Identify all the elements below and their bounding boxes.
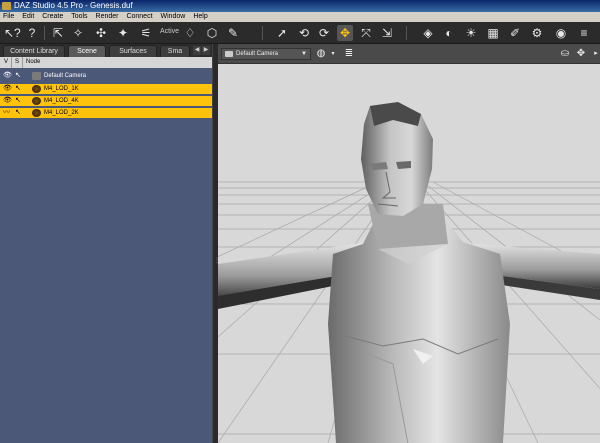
- select-arrow-icon[interactable]: ↖: [15, 71, 21, 81]
- orbit-icon[interactable]: ⟳: [316, 25, 332, 41]
- camera-icon: [225, 51, 233, 57]
- pan-camera-icon[interactable]: ✥: [574, 47, 588, 61]
- menu-bar: File Edit Create Tools Render Connect Wi…: [0, 12, 600, 22]
- universal-transform-icon[interactable]: ✥: [337, 25, 353, 41]
- menu-tools[interactable]: Tools: [68, 12, 90, 22]
- column-node[interactable]: Node: [26, 59, 40, 65]
- column-visible[interactable]: V: [4, 59, 8, 65]
- viewport-scene[interactable]: [218, 64, 600, 443]
- app-icon: [2, 2, 11, 10]
- scene-column-header: V S Node: [0, 57, 212, 68]
- main-toolbar: ↖? ? ⇱ ✧ ✣ ✦ ⚟ Active ♢ ⬡ ✎ ➚ ⟲ ⟳ ✥ ⤧ ⇲ …: [0, 22, 600, 44]
- toolbar-separator: [262, 26, 263, 40]
- smooth-shading-icon[interactable]: ◐: [441, 25, 457, 41]
- eye-icon[interactable]: 👁: [3, 84, 12, 94]
- render-camera-icon[interactable]: ◉: [553, 25, 569, 41]
- texture-icon[interactable]: ▦: [485, 25, 501, 41]
- eye-icon[interactable]: 〰: [3, 108, 10, 118]
- tab-scroll-left-icon[interactable]: ◀: [193, 46, 201, 55]
- scene-pane: Content Library Scene Surfaces Sma ◀ ▶ V…: [0, 44, 212, 443]
- viewport[interactable]: Default Camera ▼ ◍ ▾ ≣ ⛀ ✥ ▸: [218, 44, 600, 443]
- camera-select-dropdown[interactable]: Default Camera ▼: [221, 48, 311, 60]
- help-icon[interactable]: ?: [24, 25, 40, 41]
- window-title: DAZ Studio 4.5 Pro - Genesis.duf: [14, 1, 133, 10]
- menu-connect[interactable]: Connect: [123, 12, 155, 22]
- view-options-icon[interactable]: ≡: [576, 25, 592, 41]
- select-arrow-icon[interactable]: ↖: [15, 96, 21, 106]
- eye-icon[interactable]: 👁: [3, 96, 12, 106]
- spot-render-icon[interactable]: ⚟: [138, 25, 154, 41]
- edit-icon[interactable]: ✐: [507, 25, 523, 41]
- select-arrow-icon[interactable]: ↖: [15, 84, 21, 94]
- scene-node-m4-lod-2k[interactable]: 〰 ↖ M4_LOD_2K: [0, 108, 212, 118]
- toolbar-separator: [406, 26, 407, 40]
- orbit-camera-icon[interactable]: ⛀: [558, 47, 572, 61]
- active-pose-label: Active: [160, 28, 180, 35]
- eye-icon[interactable]: 👁: [3, 71, 12, 81]
- figure-cube-icon[interactable]: ⬡: [204, 25, 220, 41]
- node-label: M4_LOD_4K: [44, 98, 79, 104]
- primitive-create-icon[interactable]: ◈: [420, 25, 436, 41]
- menu-create[interactable]: Create: [39, 12, 66, 22]
- surface-selection-icon[interactable]: ✎: [225, 25, 241, 41]
- tab-surfaces[interactable]: Surfaces: [109, 45, 157, 57]
- translate-icon[interactable]: ⇲: [379, 25, 395, 41]
- geometry-editor-icon[interactable]: ✦: [115, 25, 131, 41]
- toolbar-separator: [44, 26, 45, 40]
- menu-help[interactable]: Help: [190, 12, 210, 22]
- scene-node-m4-lod-4k[interactable]: 👁 ↖ M4_LOD_4K: [0, 96, 212, 106]
- rotate-view-icon[interactable]: ⟲: [296, 25, 312, 41]
- joint-editor-icon[interactable]: ✣: [93, 25, 109, 41]
- column-divider: [11, 57, 12, 68]
- menu-window[interactable]: Window: [157, 12, 188, 22]
- transform-wand-icon[interactable]: ✧: [70, 25, 86, 41]
- node-label: M4_LOD_1K: [44, 86, 79, 92]
- select-arrow-icon[interactable]: ↖: [15, 108, 21, 118]
- chevron-down-icon[interactable]: ▾: [326, 47, 340, 61]
- node-label: Default Camera: [44, 73, 87, 79]
- figure-icon: [32, 97, 41, 105]
- tab-content-library[interactable]: Content Library: [3, 45, 65, 57]
- viewport-options-icon[interactable]: ≣: [342, 47, 356, 61]
- scale-icon[interactable]: ⤧: [358, 25, 374, 41]
- column-selectable[interactable]: S: [15, 59, 19, 65]
- scene-node-default-camera[interactable]: 👁 ↖ Default Camera: [0, 71, 212, 81]
- camera-icon: [32, 72, 41, 80]
- figure-icon: [32, 85, 41, 93]
- menu-file[interactable]: File: [0, 12, 17, 22]
- window-title-bar: DAZ Studio 4.5 Pro - Genesis.duf: [0, 0, 600, 12]
- node-selection-icon[interactable]: ⇱: [50, 25, 66, 41]
- viewport-toolbar: Default Camera ▼ ◍ ▾ ≣ ⛀ ✥ ▸: [218, 44, 600, 64]
- menu-render[interactable]: Render: [93, 12, 122, 22]
- tab-scroll-right-icon[interactable]: ▶: [202, 46, 210, 55]
- tab-scene[interactable]: Scene: [68, 45, 106, 57]
- scene-node-m4-lod-1k[interactable]: 👁 ↖ M4_LOD_1K: [0, 84, 212, 94]
- tab-smart-content[interactable]: Sma: [160, 45, 190, 57]
- menu-edit[interactable]: Edit: [19, 12, 37, 22]
- figure-mesh: [218, 102, 600, 443]
- node-label: M4_LOD_2K: [44, 110, 79, 116]
- more-controls-icon[interactable]: ▸: [589, 47, 600, 61]
- render-settings-icon[interactable]: ⚙: [529, 25, 545, 41]
- whats-this-icon[interactable]: ↖?: [4, 25, 21, 41]
- column-divider: [22, 57, 23, 68]
- pane-tabs: Content Library Scene Surfaces Sma ◀ ▶: [0, 44, 212, 57]
- chevron-down-icon: ▼: [301, 51, 307, 57]
- camera-select-value: Default Camera: [236, 51, 279, 57]
- figure-icon: [32, 109, 41, 117]
- active-pose-icon[interactable]: ♢: [182, 25, 198, 41]
- splitter-grip-icon[interactable]: ⋮: [214, 258, 220, 270]
- light-icon[interactable]: ☀: [463, 25, 479, 41]
- cursor-icon[interactable]: ➚: [274, 25, 290, 41]
